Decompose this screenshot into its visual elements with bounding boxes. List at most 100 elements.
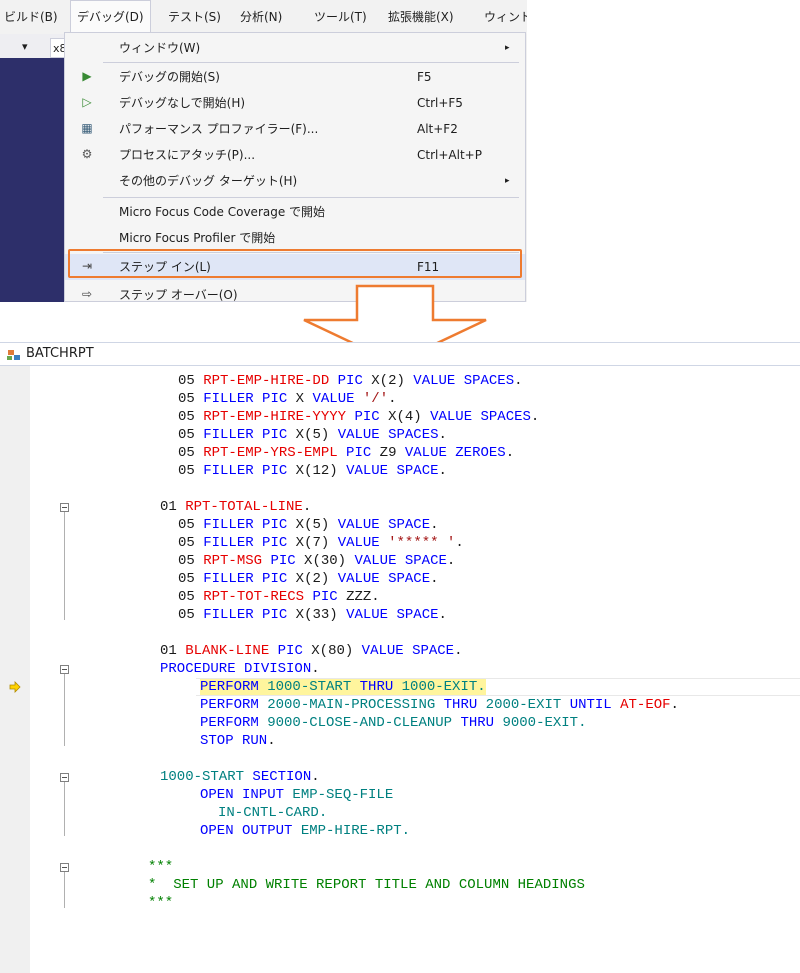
code-line[interactable]: 05 FILLER PIC X(2) VALUE SPACE. xyxy=(0,570,800,588)
code-token: VALUE SPACE xyxy=(346,463,439,479)
code-line-text: 05 FILLER PIC X(5) VALUE SPACE. xyxy=(178,516,439,534)
menu-item-label: Micro Focus Profiler で開始 xyxy=(119,231,276,245)
code-token: X(12) xyxy=(287,463,347,479)
code-line[interactable]: 01 BLANK-LINE PIC X(80) VALUE SPACE. xyxy=(0,642,800,660)
code-line-text: STOP RUN. xyxy=(200,732,276,750)
menu-item-other-debug-targets[interactable]: その他のデバッグ ターゲット(H) ▸ xyxy=(65,168,525,194)
code-line[interactable]: 05 RPT-EMP-HIRE-YYYY PIC X(4) VALUE SPAC… xyxy=(0,408,800,426)
menu-item-performance-profiler[interactable]: ▦ パフォーマンス プロファイラー(F)... Alt+F2 xyxy=(65,116,525,142)
code-line-text: 05 FILLER PIC X(7) VALUE '***** '. xyxy=(178,534,464,552)
code-token: . xyxy=(670,697,679,713)
code-line[interactable]: 1000-START SECTION. xyxy=(0,768,800,786)
code-line[interactable]: PERFORM 9000-CLOSE-AND-CLEANUP THRU 9000… xyxy=(0,714,800,732)
vs-screenshot: ビルド(B) デバッグ(D) テスト(S) 分析(N) ツール(T) 拡張機能(… xyxy=(0,0,527,302)
menu-test[interactable]: テスト(S) xyxy=(168,0,221,34)
code-token: . xyxy=(446,553,456,569)
code-token: 05 xyxy=(178,373,204,389)
code-line[interactable]: 05 RPT-EMP-YRS-EMPL PIC Z9 VALUE ZEROES. xyxy=(0,444,800,462)
menu-item-shortcut: F5 xyxy=(417,70,432,84)
code-token: . xyxy=(302,499,312,515)
menu-item-start-debugging[interactable]: ▶ デバッグの開始(S) F5 xyxy=(65,64,525,90)
code-line[interactable]: 01 RPT-TOTAL-LINE. xyxy=(0,498,800,516)
code-token: 9000-CLOSE-AND-CLEANUP xyxy=(258,715,461,731)
code-line[interactable] xyxy=(0,480,800,498)
menu-item-window[interactable]: ウィンドウ(W) ▸ xyxy=(65,35,525,61)
code-line-text: PROCEDURE DIVISION. xyxy=(160,660,320,678)
collapse-toggle-icon[interactable] xyxy=(60,773,69,782)
submenu-arrow-icon: ▸ xyxy=(505,43,510,53)
collapse-toggle-icon[interactable] xyxy=(60,503,69,512)
code-token: VALUE xyxy=(337,535,380,551)
code-token: PIC xyxy=(262,463,288,479)
code-line[interactable]: STOP RUN. xyxy=(0,732,800,750)
menu-bar: ビルド(B) デバッグ(D) テスト(S) 分析(N) ツール(T) 拡張機能(… xyxy=(0,0,527,34)
code-token: AT-EOF xyxy=(620,697,671,713)
code-line[interactable]: OPEN INPUT EMP-SEQ-FILE xyxy=(0,786,800,804)
code-line[interactable]: 05 RPT-EMP-HIRE-DD PIC X(2) VALUE SPACES… xyxy=(0,372,800,390)
code-line[interactable]: 05 FILLER PIC X(5) VALUE SPACE. xyxy=(0,516,800,534)
editor-tab[interactable]: BATCHRPT xyxy=(0,342,800,366)
code-line[interactable]: OPEN OUTPUT EMP-HIRE-RPT. xyxy=(0,822,800,840)
play-outline-icon: ▷ xyxy=(82,95,92,109)
code-line[interactable] xyxy=(0,840,800,858)
collapse-toggle-icon[interactable] xyxy=(60,665,69,674)
code-token: SECTION xyxy=(252,769,312,785)
code-line[interactable]: IN-CNTL-CARD. xyxy=(0,804,800,822)
code-line[interactable] xyxy=(0,624,800,642)
code-line-text: 05 FILLER PIC X(12) VALUE SPACE. xyxy=(178,462,447,480)
code-line[interactable]: *** xyxy=(0,858,800,876)
code-line[interactable]: 05 FILLER PIC X(12) VALUE SPACE. xyxy=(0,462,800,480)
code-token: PIC xyxy=(262,571,288,587)
code-line[interactable]: 05 FILLER PIC X(5) VALUE SPACES. xyxy=(0,426,800,444)
menu-debug[interactable]: デバッグ(D) xyxy=(70,0,151,34)
code-line[interactable] xyxy=(0,750,800,768)
code-token: VALUE SPACE xyxy=(361,643,455,659)
code-line-text: 1000-START SECTION. xyxy=(160,768,320,786)
menu-tools[interactable]: ツール(T) xyxy=(314,0,367,34)
code-line[interactable]: 05 RPT-MSG PIC X(30) VALUE SPACE. xyxy=(0,552,800,570)
code-line[interactable]: *** xyxy=(0,894,800,912)
code-token: VALUE SPACE xyxy=(354,553,447,569)
code-token: OPEN INPUT xyxy=(200,787,285,803)
code-line[interactable]: 05 RPT-TOT-RECS PIC ZZZ. xyxy=(0,588,800,606)
code-token: . xyxy=(388,391,397,407)
code-line[interactable]: PROCEDURE DIVISION. xyxy=(0,660,800,678)
collapse-toggle-icon[interactable] xyxy=(60,863,69,872)
code-token: IN-CNTL-CARD. xyxy=(218,805,328,821)
menu-extensions[interactable]: 拡張機能(X) xyxy=(388,0,454,34)
code-token: 05 xyxy=(178,463,204,479)
code-token: X(30) xyxy=(295,553,355,569)
code-line-text: 05 RPT-MSG PIC X(30) VALUE SPACE. xyxy=(178,552,455,570)
code-line[interactable]: 05 FILLER PIC X(7) VALUE '***** '. xyxy=(0,534,800,552)
menu-item-shortcut: Ctrl+F5 xyxy=(417,96,463,110)
code-line[interactable]: 05 FILLER PIC X VALUE '/'. xyxy=(0,390,800,408)
menu-analyze[interactable]: 分析(N) xyxy=(240,0,282,34)
code-token: VALUE SPACE xyxy=(346,607,439,623)
menu-item-attach-to-process[interactable]: ⚙ プロセスにアタッチ(P)... Ctrl+Alt+P xyxy=(65,142,525,168)
menu-build[interactable]: ビルド(B) xyxy=(4,0,58,34)
code-token: THRU xyxy=(460,715,495,731)
menu-item-label: ステップ オーバー(O) xyxy=(119,288,238,302)
play-icon: ▶ xyxy=(82,69,92,83)
code-token: ZZZ. xyxy=(337,589,380,605)
tab-title: BATCHRPT xyxy=(26,346,94,361)
menu-item-start-without-debugging[interactable]: ▷ デバッグなしで開始(H) Ctrl+F5 xyxy=(65,90,525,116)
code-token: 01 xyxy=(160,643,186,659)
menu-window[interactable]: ウィンド xyxy=(484,0,527,34)
code-line[interactable]: * SET UP AND WRITE REPORT TITLE AND COLU… xyxy=(0,876,800,894)
code-token: . xyxy=(454,643,463,659)
code-token: STOP RUN xyxy=(200,733,268,749)
code-token: . xyxy=(438,427,447,443)
code-line[interactable]: PERFORM 2000-MAIN-PROCESSING THRU 2000-E… xyxy=(0,696,800,714)
code-line-text: 05 FILLER PIC X VALUE '/'. xyxy=(178,390,397,408)
menu-item-profiler[interactable]: Micro Focus Profiler で開始 xyxy=(65,225,525,251)
menu-item-code-coverage[interactable]: Micro Focus Code Coverage で開始 xyxy=(65,199,525,225)
configuration-dropdown-arrow[interactable]: ▾ xyxy=(22,40,28,53)
code-line[interactable]: 05 FILLER PIC X(33) VALUE SPACE. xyxy=(0,606,800,624)
